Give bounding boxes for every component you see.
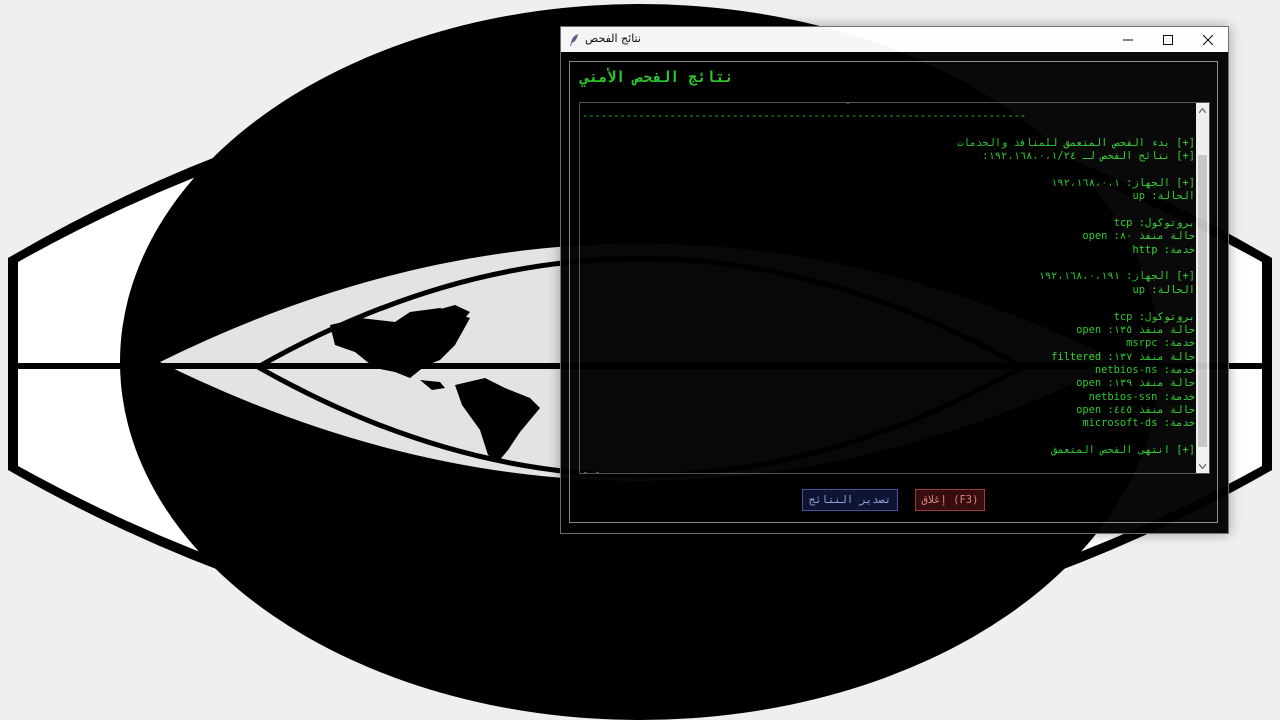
results-line: [+] نتائج الفحص لـ ١٩٢،١٦٨،٠،١/٢٤: <box>982 150 1195 163</box>
results-line: بروتوكول: tcp <box>1113 217 1195 230</box>
maximize-button[interactable] <box>1148 27 1188 52</box>
minimize-button[interactable] <box>1108 27 1148 52</box>
minimize-icon <box>1123 39 1133 40</box>
scroll-down-button[interactable] <box>1196 459 1209 473</box>
title-bar[interactable]: نتائج الفحص <box>561 27 1228 52</box>
results-line: الحالة: up <box>1132 190 1195 203</box>
export-results-button[interactable]: تصدير النتائج <box>802 489 898 511</box>
results-line: الحالة: up <box>1132 283 1195 296</box>
close-window-button[interactable] <box>1188 27 1228 52</box>
scan-results-window: نتائج الفحص نتائج الفحص الأمني - -------… <box>560 26 1229 534</box>
close-icon <box>1203 34 1213 45</box>
results-line: بروتوكول: tcp <box>1113 310 1195 323</box>
results-line: - <box>582 102 851 109</box>
results-output: - --------------------------------------… <box>582 102 1195 473</box>
page-title: نتائج الفحص الأمني <box>580 68 734 86</box>
results-line: خدمة: netbios-ns <box>1094 363 1195 376</box>
results-line: حالة منفذ ٨٠: open <box>1082 230 1195 243</box>
chevron-down-icon <box>1199 463 1206 469</box>
results-line: حالة منفذ ١٣٩: open <box>1076 377 1195 390</box>
results-text-area[interactable]: - --------------------------------------… <box>579 102 1210 474</box>
maximize-icon <box>1163 34 1173 45</box>
results-line: خدمة: msrpc <box>1126 337 1195 350</box>
results-line: حالة منفذ ١٣٥: open <box>1076 323 1195 336</box>
results-line: ----------------------------------------… <box>582 110 1027 123</box>
results-line: خدمة: netbios-ssn <box>1088 390 1195 403</box>
window-client-area: نتائج الفحص الأمني - -------------------… <box>561 52 1228 533</box>
scrollbar-thumb[interactable] <box>1198 155 1207 447</box>
close-button[interactable]: (F3) إغلاق <box>915 489 985 511</box>
results-line: حالة منفذ ١٣٧: filtered <box>1051 350 1195 363</box>
results-line: خدمة: http <box>1132 243 1195 256</box>
results-line: حالة منفذ ٤٤٥: open <box>1076 403 1195 416</box>
results-line: [+] بدء الفحص المتعمق للمنافذ والخدمات <box>957 137 1195 150</box>
results-line: [+] انتهى الفحص المتعمق <box>1051 443 1195 456</box>
results-line: [+] الجهاز: ١٩٢،١٦٨،٠،١ <box>1051 177 1195 190</box>
results-line: [+] ... <box>582 471 626 473</box>
chevron-up-icon <box>1199 107 1206 113</box>
results-line: [+] الجهاز: ١٩٢،١٦٨،٠،١٩١ <box>1038 270 1195 283</box>
feather-icon <box>568 32 580 46</box>
vertical-scrollbar[interactable] <box>1196 103 1209 473</box>
content-frame: نتائج الفحص الأمني - -------------------… <box>569 61 1218 523</box>
results-line: خدمة: microsoft-ds <box>1082 417 1195 430</box>
window-title: نتائج الفحص <box>585 32 641 45</box>
scroll-up-button[interactable] <box>1196 103 1209 117</box>
